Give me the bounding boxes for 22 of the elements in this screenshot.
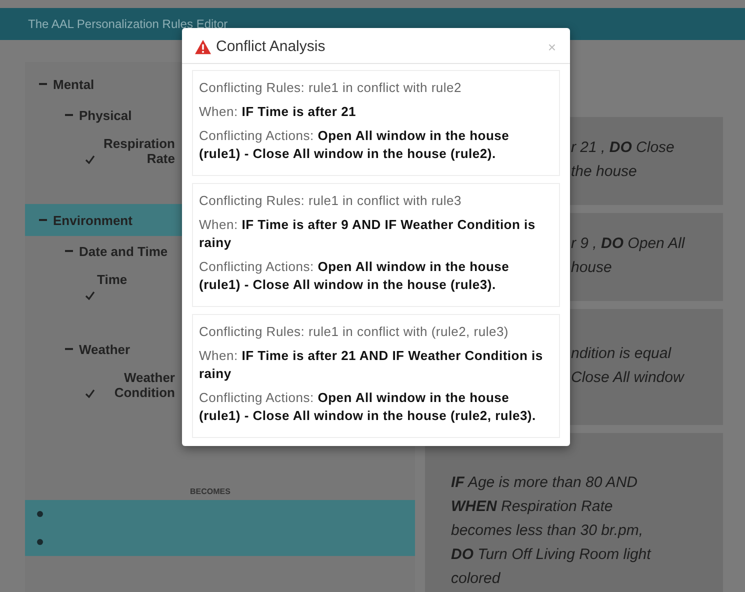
rule-text: becomes less than 30 br.pm,	[451, 521, 644, 541]
dialog-title: Conflict Analysis	[216, 38, 326, 55]
conflicting-actions-text: Conflicting Actions: Open All window in the house (rule1) - Close All window in the house (rule2, rule3).	[199, 389, 537, 425]
rule-text: r 21 , DO Close	[571, 138, 676, 158]
conflicting-rules-text: Conflicting Rules: rule1 in conflict with rule3	[199, 192, 462, 210]
rule-text: colored	[451, 569, 502, 589]
rule-text: WHEN Respiration Rate	[451, 497, 614, 517]
conflicting-actions-text: Conflicting Actions: Open All window in the house (rule1) - Close All window in the house (rule3).	[199, 258, 510, 294]
conflicting-rules-text: Conflicting Rules: rule1 in conflict with (rule2, rule3)	[199, 323, 510, 341]
rule-text: IF Age is more than 80 AND	[451, 473, 638, 493]
connector-label: BECOMES	[190, 487, 230, 496]
rule-text: r 9 , DO Open All	[571, 234, 686, 254]
rule-text: house	[571, 258, 613, 278]
when-text: When: IF Time is after 9 AND IF Weather Condition is rainy	[199, 216, 536, 252]
rule-text: ndition is equal	[571, 344, 672, 364]
conflicting-actions-text: Conflicting Actions: Open All window in the house (rule1) - Close All window in the house (rule2).	[199, 127, 510, 163]
when-text: When: IF Time is after 21	[199, 103, 358, 121]
rule-text: the house	[571, 162, 638, 182]
when-text: When: IF Time is after 21 AND IF Weather Condition is rainy	[199, 347, 544, 383]
conflicting-rules-text: Conflicting Rules: rule1 in conflict with rule2	[199, 79, 462, 97]
rule-text: DO Turn Off Living Room light	[451, 545, 652, 565]
rule-text: Close All window	[571, 368, 686, 388]
